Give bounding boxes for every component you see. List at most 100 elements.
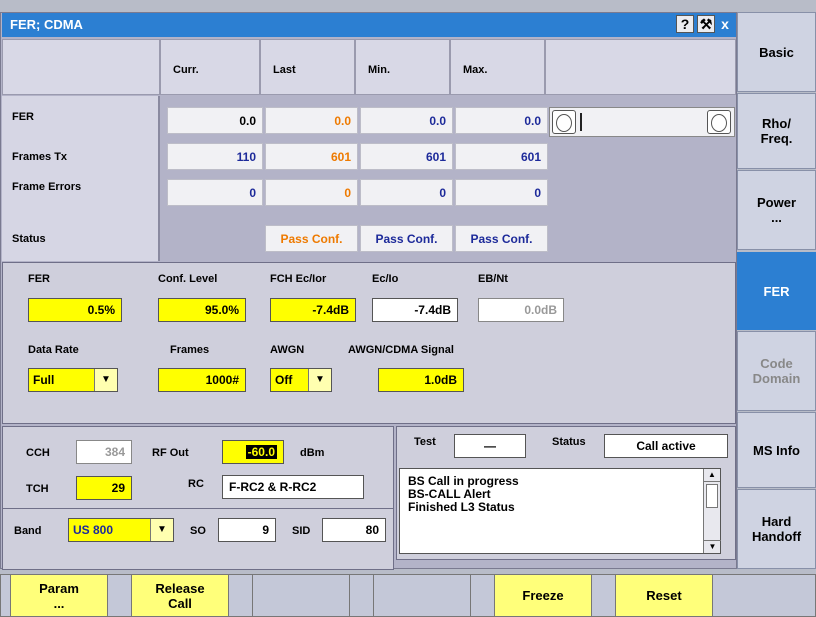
awgn-dropdown[interactable]: Off ▼ bbox=[270, 368, 332, 392]
col-header-last: Last bbox=[260, 39, 355, 95]
ebnt-label: EB/Nt bbox=[478, 273, 508, 285]
rf-out-value: -60.0 bbox=[245, 445, 277, 459]
softkey-label: Release bbox=[155, 580, 205, 596]
side-button-rho-freq[interactable]: Rho/Freq. bbox=[737, 93, 816, 169]
data-rate-value: Full bbox=[33, 373, 55, 387]
softkey-label: Reset bbox=[646, 588, 682, 603]
col-header-min: Min. bbox=[355, 39, 450, 95]
data-rate-label: Data Rate bbox=[28, 344, 79, 356]
fer-param-label: FER bbox=[28, 273, 50, 285]
log-scrollbar[interactable]: ▲ ▼ bbox=[703, 469, 721, 553]
sid-label: SID bbox=[292, 525, 311, 537]
softkey-blank-1[interactable] bbox=[252, 574, 350, 617]
frame-errors-last: 0 bbox=[265, 179, 358, 206]
data-rate-dropdown[interactable]: Full ▼ bbox=[28, 368, 118, 392]
side-button-label: Handoff bbox=[751, 529, 802, 544]
so-field[interactable]: 9 bbox=[218, 518, 276, 542]
softkey-label: Freeze bbox=[522, 588, 564, 603]
awgn-label: AWGN bbox=[270, 344, 305, 356]
help-icon[interactable]: ? bbox=[676, 15, 694, 33]
scroll-up-icon[interactable]: ▲ bbox=[704, 469, 720, 482]
close-icon[interactable]: x bbox=[716, 15, 734, 33]
chevron-down-icon: ▼ bbox=[94, 369, 117, 391]
status-min: Pass Conf. bbox=[360, 225, 453, 252]
side-button-label: Basic bbox=[759, 44, 794, 60]
col-header-max: Max. bbox=[450, 39, 545, 95]
divider bbox=[2, 508, 394, 509]
conf-level-label: Conf. Level bbox=[158, 273, 218, 285]
side-button-label: Hard bbox=[761, 514, 792, 529]
fer-curr: 0.0 bbox=[167, 107, 263, 134]
test-field[interactable]: — bbox=[454, 434, 526, 458]
frame-errors-max: 0 bbox=[455, 179, 548, 206]
wrench-icon[interactable]: ⚒ bbox=[697, 15, 715, 33]
side-button-label: FER bbox=[763, 283, 790, 299]
side-button-label: Rho/ bbox=[762, 116, 791, 131]
bar-right-marker bbox=[707, 110, 731, 134]
softkey-label: Param bbox=[39, 580, 79, 596]
softkey-label: ... bbox=[53, 595, 65, 611]
status-field: Call active bbox=[604, 434, 728, 458]
release-call-button[interactable]: Release Call bbox=[131, 574, 229, 617]
awgn-cdma-field[interactable]: 1.0dB bbox=[378, 368, 464, 392]
col-header-blank bbox=[545, 39, 736, 95]
side-button-basic[interactable]: Basic bbox=[737, 12, 816, 92]
frames-field[interactable]: 1000# bbox=[158, 368, 246, 392]
rf-out-field[interactable]: -60.0 bbox=[222, 440, 284, 464]
status-max: Pass Conf. bbox=[455, 225, 548, 252]
ebnt-field: 0.0dB bbox=[478, 298, 564, 322]
param-button[interactable]: Param... bbox=[10, 574, 108, 617]
ecio-label: Ec/Io bbox=[372, 273, 399, 285]
awgn-cdma-label: AWGN/CDMA Signal bbox=[348, 344, 454, 356]
side-button-hard-handoff[interactable]: Hard Handoff bbox=[737, 489, 816, 569]
side-button-label: Power bbox=[756, 195, 796, 210]
row-label-fer: FER bbox=[12, 111, 34, 123]
side-button-fer[interactable]: FER bbox=[737, 252, 816, 330]
tch-field[interactable]: 29 bbox=[76, 476, 132, 500]
reset-button[interactable]: Reset bbox=[615, 574, 713, 617]
fer-param-field[interactable]: 0.5% bbox=[28, 298, 122, 322]
frames-tx-min: 601 bbox=[360, 143, 453, 170]
rf-out-unit: dBm bbox=[300, 447, 325, 459]
frame-errors-curr: 0 bbox=[167, 179, 263, 206]
fer-max: 0.0 bbox=[455, 107, 548, 134]
chevron-down-icon: ▼ bbox=[308, 369, 331, 391]
call-log: BS Call in progress BS-CALL Alert Finish… bbox=[399, 468, 721, 554]
so-label: SO bbox=[190, 525, 206, 537]
scroll-thumb[interactable] bbox=[706, 484, 718, 508]
status-last: Pass Conf. bbox=[265, 225, 358, 252]
rc-label: RC bbox=[188, 478, 204, 490]
window-title: FER; CDMA bbox=[10, 17, 83, 32]
tch-label: TCH bbox=[26, 483, 49, 495]
frames-tx-curr: 110 bbox=[167, 143, 263, 170]
freeze-button[interactable]: Freeze bbox=[494, 574, 592, 617]
side-button-label: Code bbox=[760, 356, 793, 371]
conf-level-field[interactable]: 95.0% bbox=[158, 298, 246, 322]
scroll-down-icon[interactable]: ▼ bbox=[704, 540, 721, 553]
band-value: US 800 bbox=[73, 523, 114, 537]
fer-last: 0.0 bbox=[265, 107, 358, 134]
awgn-value: Off bbox=[275, 373, 293, 387]
side-button-label: ... bbox=[771, 210, 782, 225]
fch-ecior-field[interactable]: -7.4dB bbox=[270, 298, 356, 322]
side-button-label: Domain bbox=[752, 371, 801, 386]
chevron-down-icon: ▼ bbox=[150, 519, 173, 541]
side-button-code-domain[interactable]: Code Domain bbox=[737, 331, 816, 411]
cch-field: 384 bbox=[76, 440, 132, 464]
softkey-blank-2[interactable] bbox=[373, 574, 471, 617]
table-header-corner bbox=[2, 39, 160, 95]
status-label: Status bbox=[552, 436, 586, 448]
band-dropdown[interactable]: US 800 ▼ bbox=[68, 518, 174, 542]
log-line: Finished L3 Status bbox=[408, 500, 515, 514]
parameter-panel bbox=[2, 262, 736, 424]
side-button-ms-info[interactable]: MS Info bbox=[737, 412, 816, 488]
row-label-frame-errors: Frame Errors bbox=[12, 181, 82, 193]
side-button-label: MS Info bbox=[753, 442, 800, 458]
fer-min: 0.0 bbox=[360, 107, 453, 134]
side-button-label: Freq. bbox=[760, 131, 793, 146]
sid-field[interactable]: 80 bbox=[322, 518, 386, 542]
fch-ecior-label: FCH Ec/Ior bbox=[270, 273, 327, 285]
side-button-power[interactable]: Power... bbox=[737, 170, 816, 250]
col-header-curr: Curr. bbox=[160, 39, 260, 95]
title-bar bbox=[2, 13, 736, 37]
